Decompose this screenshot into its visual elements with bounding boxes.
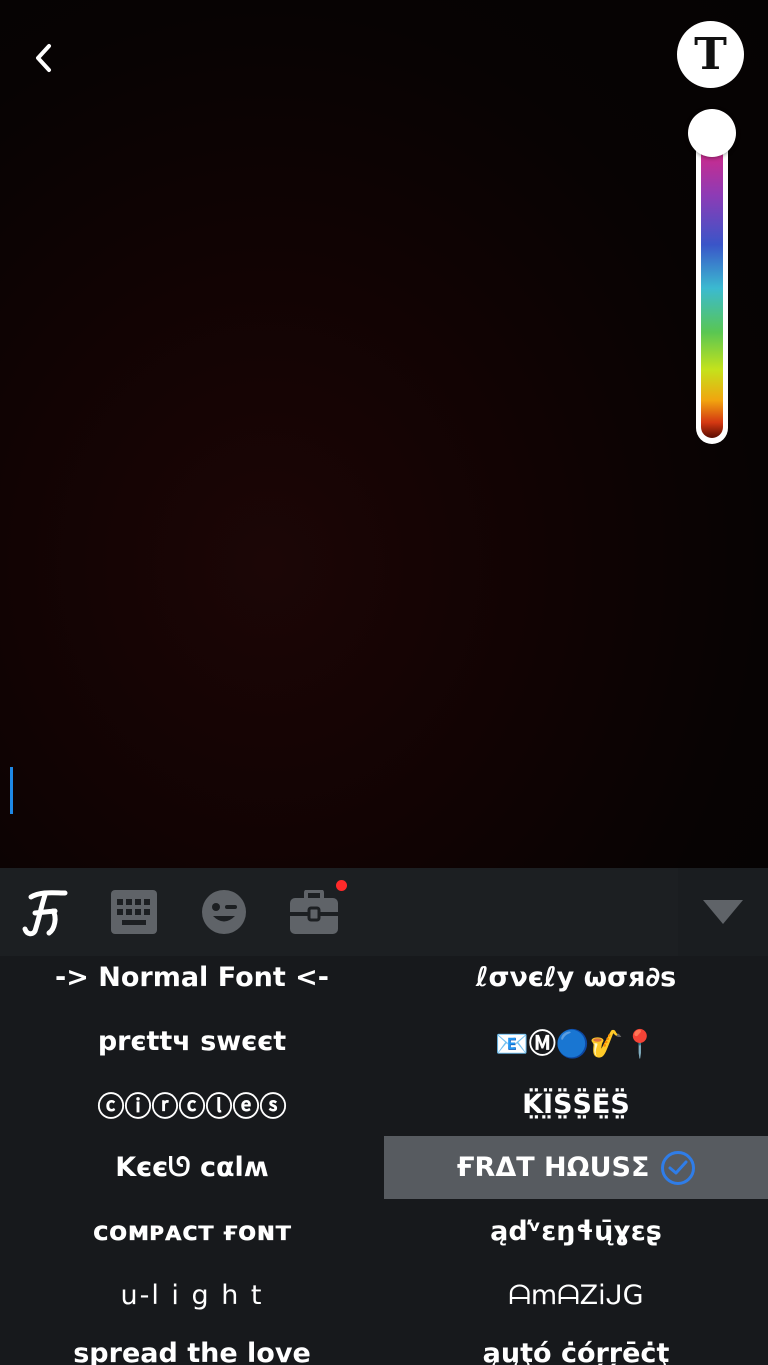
keyboard-icon <box>111 890 157 934</box>
color-slider[interactable] <box>696 120 728 444</box>
font-option-adventures[interactable]: ąďᵛɛŋɬų̄ɣɛʂ <box>384 1200 768 1263</box>
font-option-auto-correct[interactable]: ąųţó ċóŗŗēċţ <box>384 1322 768 1365</box>
back-button[interactable] <box>20 35 66 81</box>
font-option-emoji-letters[interactable]: 📧Ⓜ🔵🎷📍 <box>384 1010 768 1073</box>
font-option-keep-calm[interactable]: Kєєᘎ cαlʍ <box>0 1136 384 1199</box>
font-list: -> Normal Font <- ℓσνєℓу ωσя∂ѕ prєttч sw… <box>0 956 768 1365</box>
chevron-left-icon <box>36 44 51 72</box>
text-cursor <box>10 767 13 814</box>
triangle-down-icon <box>703 900 743 924</box>
color-slider-handle[interactable] <box>688 109 736 157</box>
font-option-frat-house[interactable]: ҒRΔT HΩUSΣ <box>384 1136 768 1199</box>
font-option-kisses[interactable]: K̤̈Ï̤S̤̈S̤̈Ë̤S̤̈ <box>384 1073 768 1136</box>
emoji-icon <box>202 890 246 934</box>
fonts-logo-icon <box>22 890 68 937</box>
text-style-icon: T <box>694 28 727 80</box>
keyboard-button[interactable] <box>108 868 160 956</box>
toolbox-button[interactable] <box>288 868 347 956</box>
font-option-normal[interactable]: -> Normal Font <- <box>0 956 384 1009</box>
font-option-lovely-words[interactable]: ℓσνєℓу ωσя∂ѕ <box>384 956 768 1009</box>
keyboard-toolbar <box>0 868 768 956</box>
notification-dot <box>336 880 347 891</box>
text-style-button[interactable]: T <box>677 21 744 88</box>
font-option-u-light[interactable]: u-l i g h t <box>0 1264 384 1327</box>
check-circle-icon <box>661 1150 696 1185</box>
font-option-spread-the-love[interactable]: spread the love <box>0 1322 384 1365</box>
toolbox-icon <box>290 890 338 934</box>
font-option-pretty-sweet[interactable]: prєttч swєєt <box>0 1010 384 1073</box>
font-option-label: ҒRΔT HΩUSΣ <box>456 1152 650 1183</box>
text-canvas[interactable]: T <box>0 0 768 868</box>
font-option-amazing[interactable]: ᗩmᗩZiᒍG <box>384 1264 768 1327</box>
collapse-keyboard-button[interactable] <box>678 868 768 956</box>
color-spectrum <box>701 126 723 438</box>
fonts-app-button[interactable] <box>15 868 75 956</box>
emoji-button[interactable] <box>198 868 250 956</box>
font-option-compact[interactable]: ᴄᴏᴍᴘᴀᴄᴛ ғᴏɴᴛ <box>0 1200 384 1263</box>
font-option-circles[interactable]: ⓒⓘⓡⓒⓛⓔⓢ <box>0 1073 384 1136</box>
